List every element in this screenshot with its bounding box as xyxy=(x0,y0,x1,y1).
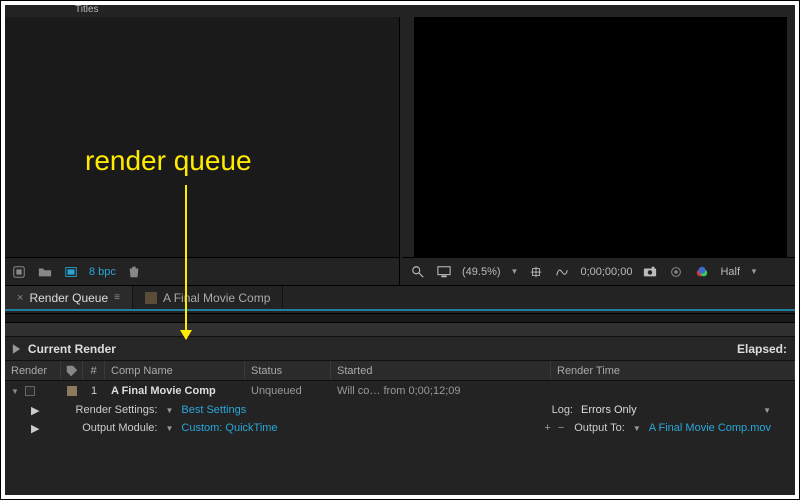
render-queue-toolbar xyxy=(5,313,795,323)
queue-checkbox[interactable] xyxy=(25,386,35,396)
item-started: Will co… from 0;00;12;09 xyxy=(331,381,551,401)
item-status: Unqueued xyxy=(245,381,331,401)
col-status[interactable]: Status xyxy=(245,361,331,380)
new-composition-icon[interactable] xyxy=(63,264,79,280)
viewer-canvas[interactable] xyxy=(414,17,787,257)
col-render-time[interactable]: Render Time xyxy=(551,361,795,380)
annotation-label: render queue xyxy=(85,145,252,177)
col-render[interactable]: Render xyxy=(5,361,61,380)
zoom-dropdown-icon[interactable]: ▼ xyxy=(511,267,519,276)
render-settings-label: Render Settings: xyxy=(47,404,157,416)
tab-label: Render Queue xyxy=(29,291,108,305)
close-icon[interactable]: × xyxy=(17,292,23,304)
item-number: 1 xyxy=(83,381,105,401)
project-bit-depth-button[interactable]: 8 bpc xyxy=(89,266,116,278)
composition-icon xyxy=(145,292,157,304)
output-to-label: Output To: xyxy=(574,422,625,434)
color-management-icon[interactable] xyxy=(694,264,710,280)
render-settings-row: ▶ Render Settings: ▼ Best Settings Log: … xyxy=(5,401,795,419)
dropdown-icon[interactable]: ▼ xyxy=(165,406,173,415)
col-number[interactable]: # xyxy=(83,361,105,380)
resolution-dropdown-icon[interactable]: ▼ xyxy=(750,267,758,276)
resolution-dropdown[interactable]: Half xyxy=(720,266,740,278)
current-render-row[interactable]: ▶ Current Render Elapsed: xyxy=(5,337,795,361)
current-render-label: Current Render xyxy=(28,342,116,356)
disclosure-triangle-icon[interactable]: ▶ xyxy=(31,404,39,417)
render-queue-header: Render # Comp Name Status Started Render… xyxy=(5,361,795,381)
disclosure-triangle-icon[interactable]: ▼ xyxy=(11,387,19,396)
tab-label: A Final Movie Comp xyxy=(163,291,270,305)
mask-path-icon[interactable] xyxy=(554,264,570,280)
composition-viewer-panel xyxy=(402,17,795,257)
dropdown-icon[interactable]: ▼ xyxy=(633,424,641,433)
render-settings-value[interactable]: Best Settings xyxy=(181,404,246,416)
col-comp-name[interactable]: Comp Name xyxy=(105,361,245,380)
add-remove-output-icon[interactable]: + − xyxy=(544,422,566,434)
new-folder-icon[interactable] xyxy=(37,264,53,280)
delete-icon[interactable] xyxy=(126,264,142,280)
project-panel[interactable] xyxy=(5,17,400,257)
render-queue-panel: ▶ Current Render Elapsed: Render # Comp … xyxy=(5,313,795,495)
log-label: Log: xyxy=(552,404,573,416)
safe-zones-icon[interactable] xyxy=(528,264,544,280)
monitor-icon[interactable] xyxy=(436,264,452,280)
magnify-icon[interactable] xyxy=(410,264,426,280)
item-render-time xyxy=(551,381,795,401)
tab-render-queue[interactable]: × Render Queue ≡ xyxy=(5,286,133,309)
zoom-level[interactable]: (49.5%) xyxy=(462,266,501,278)
interpret-footage-icon[interactable] xyxy=(11,264,27,280)
annotation-arrow xyxy=(185,185,187,339)
project-item-titles[interactable]: Titles xyxy=(5,5,795,17)
log-dropdown[interactable]: Errors Only▼ xyxy=(581,404,771,416)
item-label-swatch[interactable] xyxy=(67,386,77,396)
dropdown-icon: ▼ xyxy=(763,406,771,415)
dropdown-icon[interactable]: ▼ xyxy=(165,424,173,433)
label-icon xyxy=(65,363,79,379)
output-module-row: ▶ Output Module: ▼ Custom: QuickTime + −… xyxy=(5,419,795,437)
viewer-footer: (49.5%) ▼ 0;00;00;00 Half ▼ xyxy=(402,257,795,285)
snapshot-icon[interactable] xyxy=(642,264,658,280)
output-module-label: Output Module: xyxy=(47,422,157,434)
tab-composition[interactable]: A Final Movie Comp xyxy=(133,286,283,309)
panel-tab-strip: × Render Queue ≡ A Final Movie Comp xyxy=(5,285,795,311)
elapsed-label: Elapsed: xyxy=(737,342,787,356)
panel-menu-icon[interactable]: ≡ xyxy=(114,292,120,303)
disclosure-triangle-icon[interactable]: ▶ xyxy=(31,422,39,435)
render-queue-item[interactable]: ▼ 1 A Final Movie Comp Unqueued Will co…… xyxy=(5,381,795,401)
output-module-value[interactable]: Custom: QuickTime xyxy=(181,422,277,434)
render-progress-bar xyxy=(5,323,795,337)
disclosure-triangle-icon[interactable]: ▶ xyxy=(13,341,20,355)
col-started[interactable]: Started xyxy=(331,361,551,380)
item-comp-name: A Final Movie Comp xyxy=(105,381,245,401)
output-to-value[interactable]: A Final Movie Comp.mov xyxy=(649,422,771,434)
current-timecode[interactable]: 0;00;00;00 xyxy=(580,266,632,278)
project-footer: 8 bpc xyxy=(5,257,400,285)
channels-icon[interactable] xyxy=(668,264,684,280)
col-label[interactable] xyxy=(61,361,83,380)
